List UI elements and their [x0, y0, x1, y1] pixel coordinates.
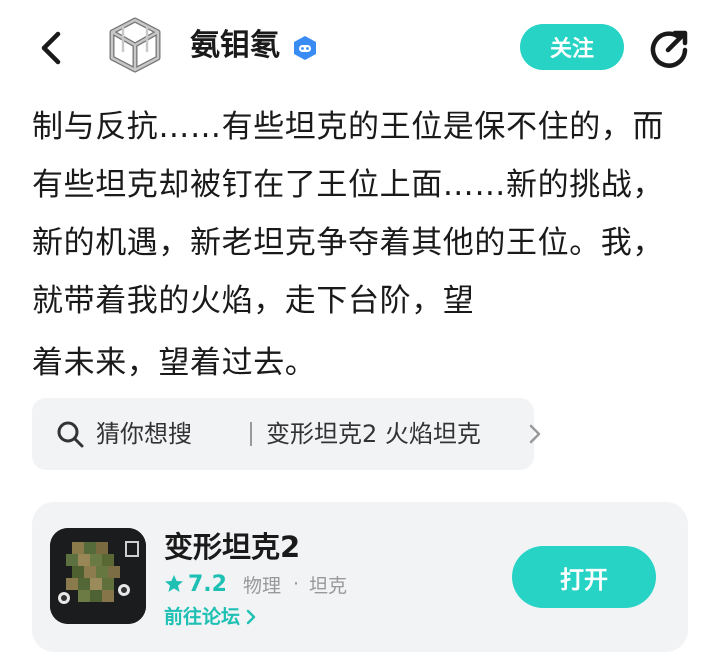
search-suggestion-bar[interactable]: 猜你想搜 变形坦克2 火焰坦克: [32, 398, 541, 470]
impossible-cube-icon: [109, 17, 161, 73]
chevron-right-icon: [246, 609, 256, 625]
game-rating: 7.2: [188, 571, 227, 597]
game-tag: 物理: [242, 574, 281, 597]
search-icon: [57, 421, 84, 448]
top-bar: 氨钼氡 关注: [0, 0, 720, 96]
chevron-left-icon: [41, 31, 61, 65]
divider: [250, 422, 252, 446]
game-art-icon: [50, 528, 146, 624]
game-meta: 7.2 物理 · 坦克: [164, 570, 347, 598]
share-button[interactable]: [646, 26, 692, 72]
tag-separator: ·: [293, 573, 300, 595]
game-icon[interactable]: [50, 528, 146, 624]
back-button[interactable]: [34, 26, 70, 70]
search-suggestion-terms[interactable]: 变形坦克2 火焰坦克: [266, 416, 481, 452]
follow-button[interactable]: 关注: [520, 24, 624, 70]
search-suggestion-label: 猜你想搜: [96, 420, 192, 448]
avatar[interactable]: [106, 16, 164, 74]
star-icon: [165, 575, 183, 592]
post-body: 制与反抗……有些坦克的王位是保不住的，而有些坦克却被钉在了王位上面……新的挑战，…: [32, 98, 692, 394]
forum-link-label: 前往论坛: [164, 606, 241, 628]
username[interactable]: 氨钼氡: [190, 26, 280, 66]
open-button[interactable]: 打开: [512, 546, 656, 608]
post-text: 制与反抗……有些坦克的王位是保不住的，而有些坦克却被钉在了王位上面……新的挑战，…: [32, 109, 664, 319]
game-card[interactable]: 变形坦克2 7.2 物理 · 坦克 前往论坛 打开: [32, 502, 688, 652]
chevron-right-icon: [529, 424, 541, 444]
game-tag: 坦克: [309, 574, 348, 597]
game-name[interactable]: 变形坦克2: [164, 528, 300, 566]
verified-badge-icon: [292, 35, 318, 61]
forum-link[interactable]: 前往论坛: [164, 604, 256, 630]
post-text-last-line: 着未来，望着过去。: [32, 345, 317, 381]
share-icon: [650, 30, 688, 68]
